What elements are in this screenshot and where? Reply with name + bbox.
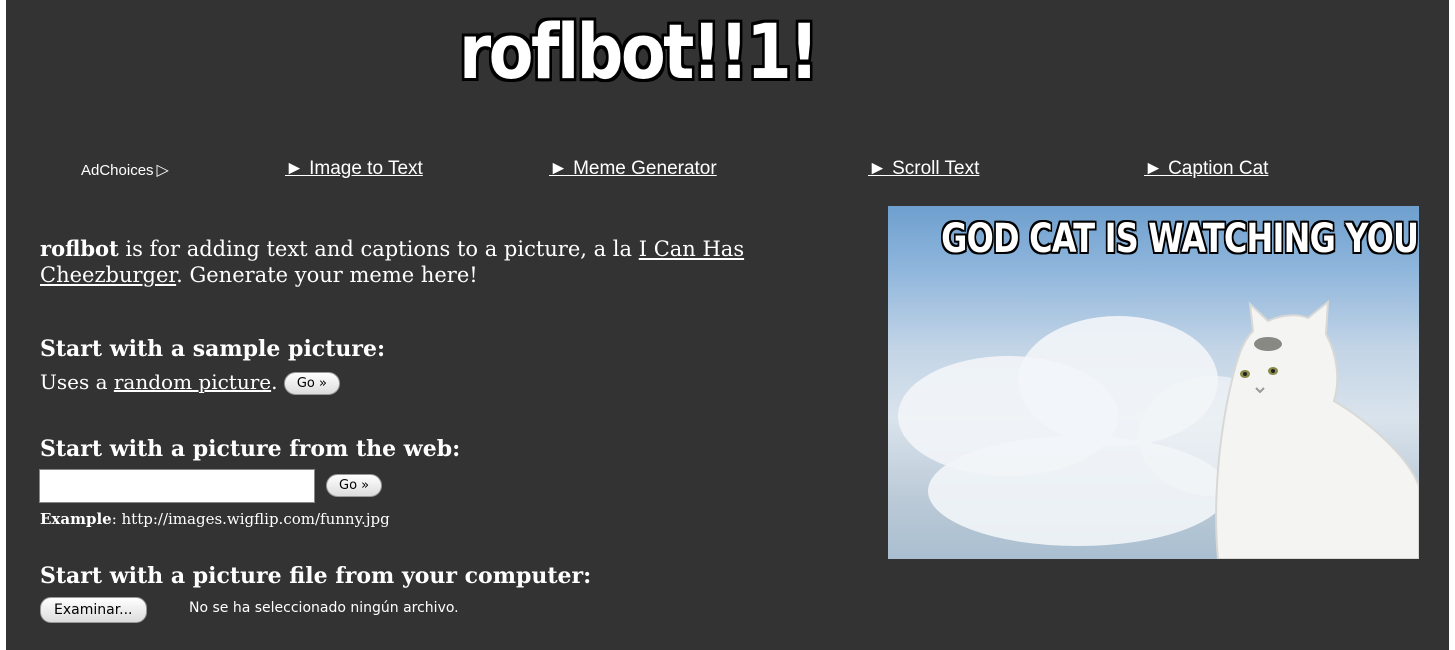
sample-suffix: . — [271, 370, 278, 394]
adchoices-label: AdChoices — [81, 162, 154, 179]
sample-line: Uses a random picture. Go » — [40, 370, 340, 395]
file-status-text: No se ha seleccionado ningún archivo. — [189, 600, 459, 616]
sample-prefix: Uses a — [40, 370, 114, 394]
meme-caption: GOD CAT IS WATCHING YOU — [941, 216, 1419, 262]
sample-heading: Start with a sample picture: — [40, 336, 386, 362]
intro-paragraph: roflbot is for adding text and captions … — [40, 236, 880, 288]
intro-brand: roflbot — [40, 236, 119, 261]
url-input[interactable] — [39, 469, 315, 503]
sample-meme-image[interactable]: GOD CAT IS WATCHING YOU — [888, 206, 1419, 559]
site-logo[interactable]: roflbot!!1! — [459, 14, 819, 90]
file-browse-button[interactable]: Examinar... — [40, 597, 147, 623]
adchoices-link[interactable]: AdChoices ▷ — [81, 160, 169, 180]
nav-scroll-text[interactable]: ► Scroll Text — [868, 158, 979, 180]
sample-go-button[interactable]: Go » — [283, 372, 340, 395]
random-picture-link[interactable]: random picture — [114, 370, 271, 394]
adchoices-icon: ▷ — [156, 162, 169, 179]
web-heading: Start with a picture from the web: — [40, 436, 461, 462]
file-heading: Start with a picture file from your comp… — [40, 563, 592, 589]
nav-image-to-text[interactable]: ► Image to Text — [285, 158, 423, 180]
nav-meme-generator[interactable]: ► Meme Generator — [549, 158, 717, 180]
intro-text: is for adding text and captions to a pic… — [118, 237, 639, 261]
example-text: : http://images.wigflip.com/funny.jpg — [111, 510, 390, 528]
intro-text-end: . Generate your meme here! — [176, 263, 478, 287]
nav-caption-cat[interactable]: ► Caption Cat — [1144, 158, 1268, 180]
example-label: Example — [40, 510, 112, 528]
url-example: Example: http://images.wigflip.com/funny… — [40, 510, 390, 528]
web-go-button[interactable]: Go » — [326, 474, 383, 497]
